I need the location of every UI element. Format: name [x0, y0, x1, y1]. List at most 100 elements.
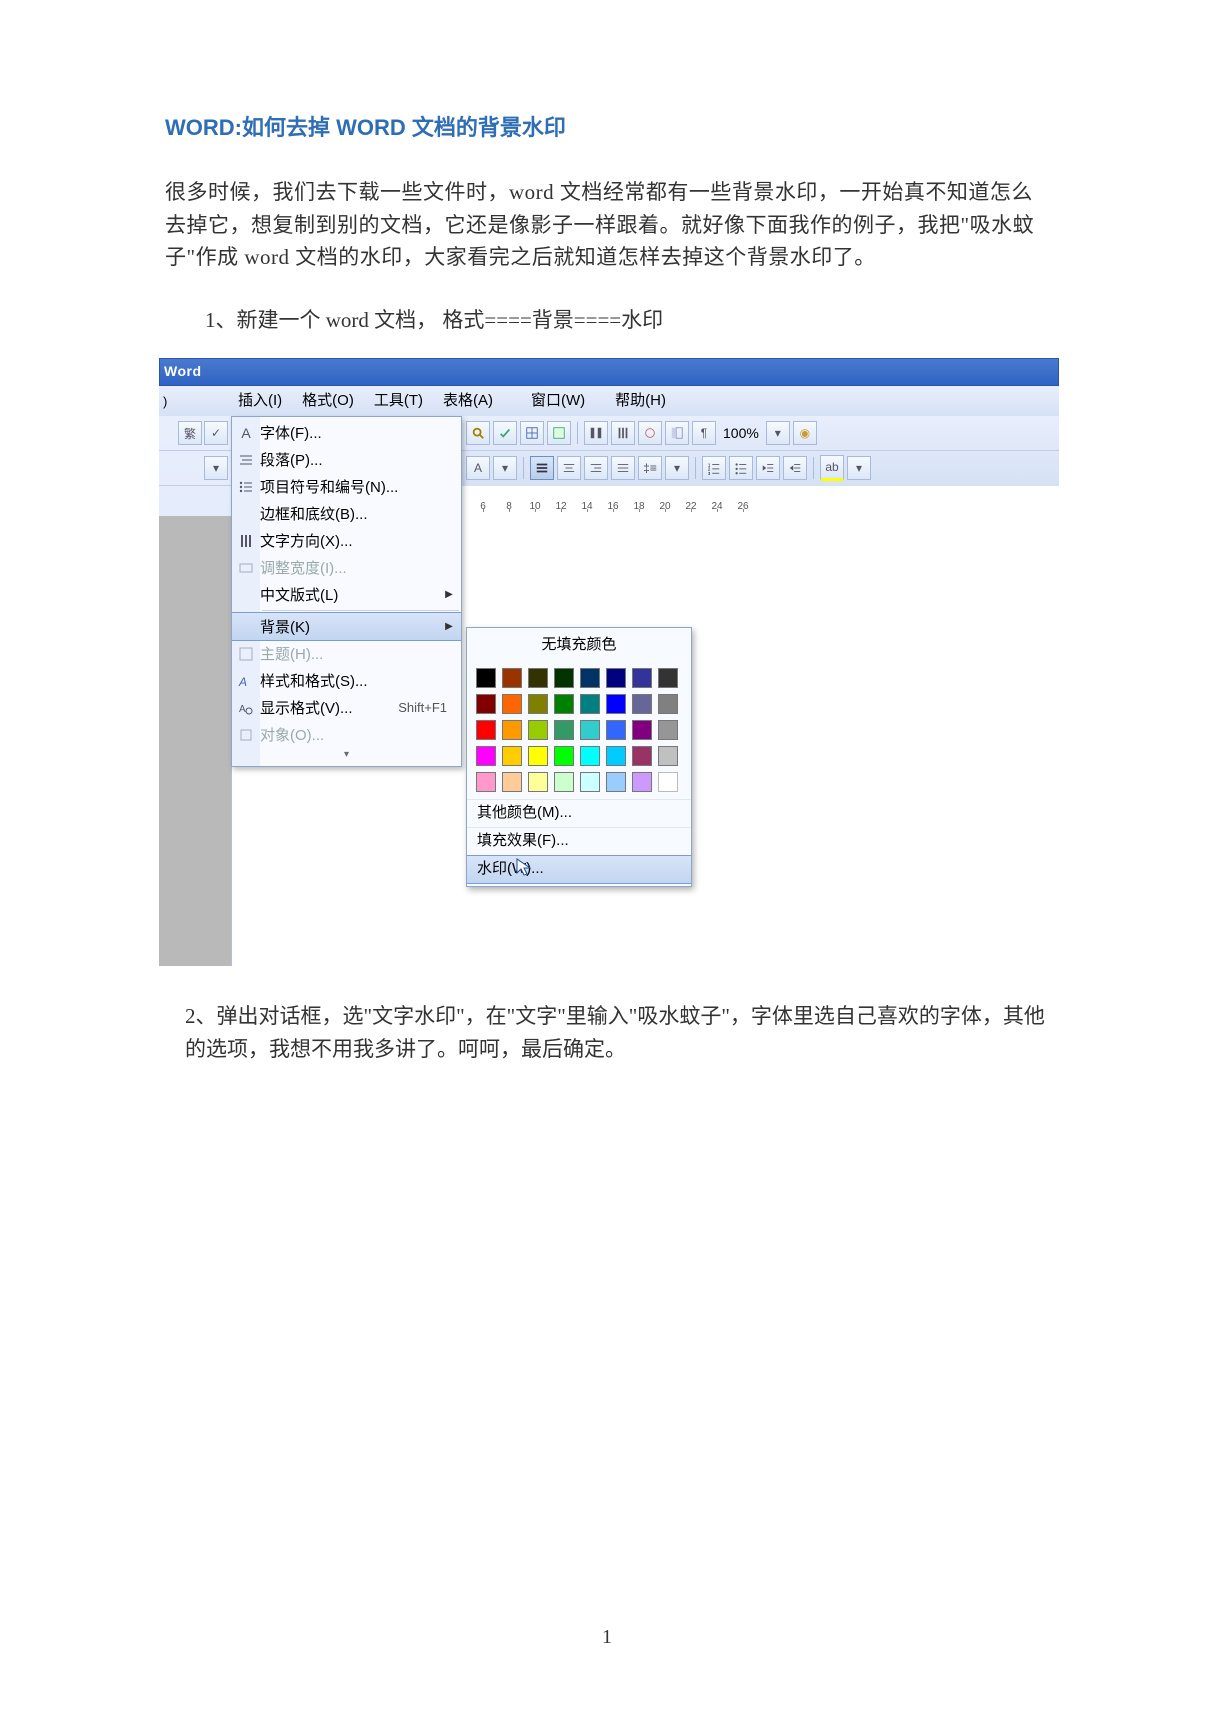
menu-item-reveal-formatting[interactable]: A 显示格式(V)... Shift+F1	[232, 694, 461, 721]
color-swatch[interactable]	[476, 668, 496, 688]
menu-item-styles[interactable]: A 样式和格式(S)...	[232, 667, 461, 694]
bullets-icon	[232, 478, 260, 495]
color-swatch[interactable]	[580, 668, 600, 688]
menu-insert[interactable]: 插入(I)	[228, 387, 292, 415]
drawing-icon[interactable]	[638, 421, 662, 445]
table-icon[interactable]	[520, 421, 544, 445]
color-swatch[interactable]	[632, 668, 652, 688]
textdir-icon	[232, 532, 260, 549]
menu-item-asian-layout[interactable]: 中文版式(L) ▶	[232, 581, 461, 608]
color-swatch[interactable]	[632, 772, 652, 792]
color-swatch[interactable]	[502, 694, 522, 714]
zoom-value[interactable]: 100%	[719, 425, 763, 441]
ruler-tick: 8	[496, 501, 522, 512]
zoom-dropdown-icon[interactable]: ▾	[766, 421, 790, 445]
menu-item-borders[interactable]: 边框和底纹(B)...	[232, 500, 461, 527]
color-swatch[interactable]	[502, 720, 522, 740]
help-icon[interactable]: ◉	[793, 421, 817, 445]
dropdown-icon[interactable]: ▾	[847, 456, 871, 480]
excel-icon[interactable]	[547, 421, 571, 445]
highlight-icon[interactable]: ab	[820, 455, 844, 481]
color-swatch[interactable]	[658, 694, 678, 714]
color-swatch[interactable]	[528, 668, 548, 688]
color-swatch[interactable]	[606, 746, 626, 766]
menu-item-background[interactable]: 背景(K) ▶	[232, 612, 461, 641]
toolbar-row-1: ¶ 100% ▾ ◉	[460, 416, 1059, 451]
color-swatch[interactable]	[606, 772, 626, 792]
color-swatch[interactable]	[502, 772, 522, 792]
linespacing-icon[interactable]: ‡≡	[638, 456, 662, 480]
spellcheck-icon[interactable]	[493, 421, 517, 445]
toolbar-icon[interactable]: ✓	[204, 421, 228, 445]
color-swatch[interactable]	[580, 720, 600, 740]
indent-icon[interactable]	[783, 456, 807, 480]
align-right-icon[interactable]	[584, 456, 608, 480]
char-scale-icon[interactable]: A	[466, 456, 490, 480]
toolbar-icon[interactable]: 繁	[178, 421, 202, 445]
menu-help[interactable]: 帮助(H)	[605, 387, 676, 415]
color-swatch[interactable]	[476, 746, 496, 766]
ruler-tick: 18	[626, 501, 652, 512]
color-swatch[interactable]	[632, 746, 652, 766]
textdir-icon[interactable]	[611, 421, 635, 445]
color-swatch[interactable]	[554, 694, 574, 714]
color-swatch[interactable]	[658, 772, 678, 792]
dropdown-icon[interactable]: ▾	[204, 456, 228, 480]
ruler-tick: 22	[678, 501, 704, 512]
color-swatch[interactable]	[606, 720, 626, 740]
document-page: WORD:如何去掉 WORD 文档的背景水印 很多时候，我们去下载一些文件时，w…	[0, 0, 1214, 1719]
fill-effects-option[interactable]: 填充效果(F)...	[467, 827, 691, 855]
menu-table[interactable]: 表格(A)	[433, 387, 503, 415]
show-icon[interactable]: ¶	[692, 421, 716, 445]
color-swatch[interactable]	[632, 720, 652, 740]
menu-item-adjust-width: 调整宽度(I)...	[232, 554, 461, 581]
outdent-icon[interactable]	[756, 456, 780, 480]
menu-item-bullets[interactable]: 项目符号和编号(N)...	[232, 473, 461, 500]
color-swatch[interactable]	[580, 772, 600, 792]
color-swatch[interactable]	[554, 772, 574, 792]
color-swatch[interactable]	[476, 720, 496, 740]
numbering-icon[interactable]: 123	[702, 456, 726, 480]
color-swatch[interactable]	[476, 694, 496, 714]
menu-item-paragraph[interactable]: 段落(P)...	[232, 446, 461, 473]
no-fill-option[interactable]: 无填充颜色	[470, 631, 688, 661]
watermark-option[interactable]: 水印(W)...	[467, 855, 691, 884]
menu-expand-chevron-icon[interactable]: ▾	[232, 748, 461, 764]
color-swatch[interactable]	[658, 720, 678, 740]
theme-icon	[232, 645, 260, 662]
research-icon[interactable]	[466, 421, 490, 445]
menu-tools[interactable]: 工具(T)	[364, 387, 433, 415]
color-swatch[interactable]	[528, 746, 548, 766]
color-swatch[interactable]	[476, 772, 496, 792]
toolbars-right: ¶ 100% ▾ ◉ A ▾ ‡≡ ▾ 123	[460, 416, 1059, 487]
color-swatch[interactable]	[658, 668, 678, 688]
color-swatch[interactable]	[554, 720, 574, 740]
docmap-icon[interactable]	[665, 421, 689, 445]
color-swatch[interactable]	[502, 668, 522, 688]
more-colors-option[interactable]: 其他颜色(M)...	[467, 799, 691, 827]
color-swatch[interactable]	[580, 694, 600, 714]
color-swatch[interactable]	[528, 720, 548, 740]
dropdown-icon[interactable]: ▾	[493, 456, 517, 480]
menu-item-font[interactable]: A 字体(F)...	[232, 419, 461, 446]
align-justify-icon[interactable]	[530, 456, 554, 480]
align-dist-icon[interactable]	[611, 456, 635, 480]
color-swatch[interactable]	[606, 668, 626, 688]
color-swatch[interactable]	[528, 694, 548, 714]
color-palette	[467, 663, 695, 799]
color-swatch[interactable]	[502, 746, 522, 766]
menu-window[interactable]: 窗口(W)	[521, 387, 595, 415]
menu-format[interactable]: 格式(O)	[292, 387, 364, 415]
dropdown-icon[interactable]: ▾	[665, 456, 689, 480]
align-center-icon[interactable]	[557, 456, 581, 480]
menu-item-text-direction[interactable]: 文字方向(X)...	[232, 527, 461, 554]
color-swatch[interactable]	[658, 746, 678, 766]
color-swatch[interactable]	[554, 746, 574, 766]
columns-icon[interactable]	[584, 421, 608, 445]
color-swatch[interactable]	[554, 668, 574, 688]
bullets-icon[interactable]	[729, 456, 753, 480]
color-swatch[interactable]	[632, 694, 652, 714]
color-swatch[interactable]	[580, 746, 600, 766]
color-swatch[interactable]	[606, 694, 626, 714]
color-swatch[interactable]	[528, 772, 548, 792]
